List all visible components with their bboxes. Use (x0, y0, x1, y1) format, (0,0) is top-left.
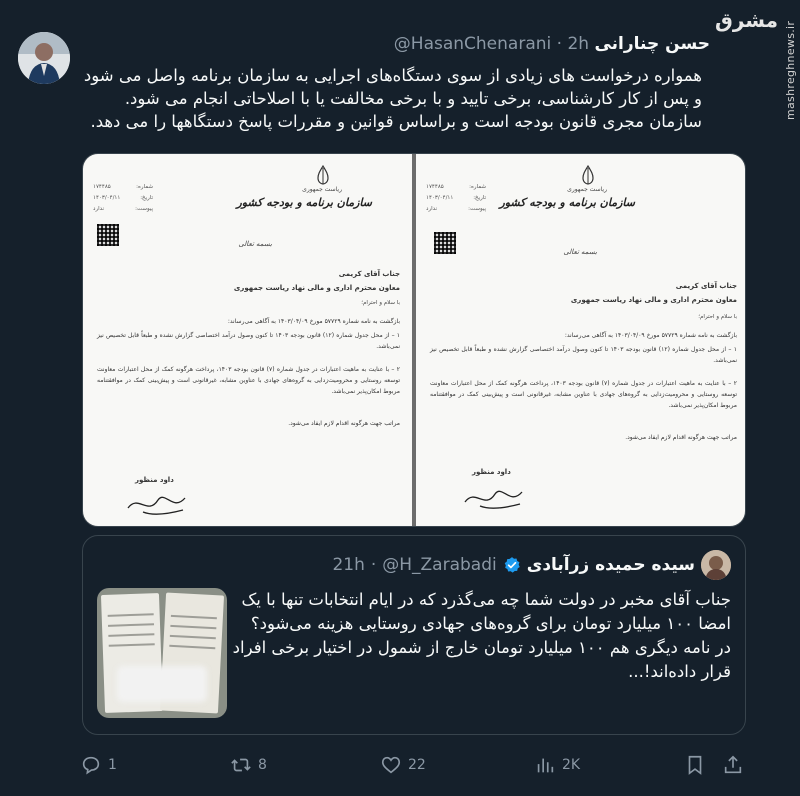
quoted-author-avatar[interactable] (701, 550, 731, 580)
doc-org: سازمان برنامه و بودجه کشور (499, 196, 635, 209)
like-count: 22 (408, 757, 426, 773)
bookmark-icon (688, 755, 702, 775)
doc-para-2: ۱ – از محل جدول شماره (۱۲) قانون بودجه ۱… (97, 332, 400, 350)
doc-basmala: بسمه تعالی (238, 240, 272, 248)
retweet-icon (231, 758, 251, 772)
separator-dot: · (370, 555, 377, 575)
quoted-tweet-header: سیده حمیده زرآبادی @H_Zarabadi · 21h (332, 550, 731, 580)
tweet-time[interactable]: 2h (567, 34, 589, 54)
separator-dot: · (556, 34, 563, 54)
doc-para-1: بازگشت به نامه شماره ۵۷۷۲۹ مورخ ۱۴۰۳/۰۴/… (564, 332, 737, 339)
doc-addressee: جناب آقای کریمی (338, 270, 400, 278)
watermark-site: mashreghnews.ir (784, 20, 797, 120)
retweet-button[interactable]: 8 (230, 754, 267, 776)
doc-meta: شماره: ۱۷۴۴۸۵ تاریخ: ۱۴۰۳/۰۴/۱۱ پیوست: ندار… (93, 184, 153, 212)
doc-para-3: ۲ – با عنایت به ماهیت اعتبارات در جدول ش… (97, 366, 400, 395)
action-bar: 1 8 22 2K (0, 748, 800, 784)
bookmark-button[interactable] (684, 754, 706, 776)
reply-button[interactable]: 1 (80, 754, 117, 776)
doc-para-4: مراتب جهت هرگونه اقدام لازم ایفاد می‌شود… (288, 420, 400, 427)
tweet-media[interactable]: ریاست جمهوری سازمان برنامه و بودجه کشور … (82, 153, 746, 527)
watermark-logo: مشرق (714, 8, 778, 32)
doc-basmala: بسمه تعالی (563, 248, 597, 256)
author-handle[interactable]: @HasanChenarani (394, 34, 551, 54)
author-name[interactable]: حسن چنارانی (594, 34, 710, 54)
views-count: 2K (562, 757, 581, 773)
reply-icon (82, 756, 100, 775)
doc-meta: شماره: ۱۷۴۴۸۵ تاریخ: ۱۴۰۳/۰۴/۱۱ پیوست: ندار… (426, 184, 486, 212)
quoted-tweet-time[interactable]: 21h (332, 555, 364, 575)
views-button[interactable]: 2K (534, 754, 580, 776)
quoted-tweet-text: جناب آقای مخبر در دولت شما چه می‌گذرد که… (232, 590, 731, 681)
doc-signer: داود منظور (472, 468, 511, 476)
doc-para-2: ۱ – از محل جدول شماره (۱۲) قانون بودجه ۱… (430, 346, 737, 364)
doc-header-small: ریاست جمهوری (302, 186, 342, 193)
doc-addressee: جناب آقای کریمی (675, 282, 737, 290)
doc-para-1: بازگشت به نامه شماره ۵۷۷۲۹ مورخ ۱۴۰۳/۰۴/… (227, 318, 400, 325)
doc-salam: با سلام و احترام؛ (361, 300, 400, 306)
doc-header-small: ریاست جمهوری (567, 186, 607, 193)
like-button[interactable]: 22 (380, 754, 426, 776)
quoted-author-handle[interactable]: @H_Zarabadi (382, 555, 496, 575)
tweet-header: حسن چنارانی @HasanChenarani · 2h (394, 34, 710, 54)
verified-badge-icon (504, 557, 520, 573)
reply-count: 1 (108, 757, 117, 773)
emblem-icon (582, 164, 594, 185)
emblem-icon (317, 164, 329, 185)
analytics-icon (537, 758, 554, 773)
document-image-left[interactable]: ریاست جمهوری سازمان برنامه و بودجه کشور … (83, 154, 412, 526)
qr-code-icon (434, 232, 456, 254)
doc-addressee-title: معاون محترم اداری و مالی نهاد ریاست جمهو… (233, 284, 400, 292)
doc-salam: با سلام و احترام؛ (698, 314, 737, 320)
quoted-media-thumbnail[interactable] (97, 588, 227, 718)
author-avatar[interactable] (18, 32, 70, 84)
qr-code-icon (97, 224, 119, 246)
tweet: حسن چنارانی @HasanChenarani · 2h مشرق ma… (0, 0, 800, 796)
doc-para-4: مراتب جهت هرگونه اقدام لازم ایفاد می‌شود… (625, 434, 737, 441)
quoted-tweet[interactable]: سیده حمیده زرآبادی @H_Zarabadi · 21h جنا… (82, 535, 746, 735)
tweet-text: همواره درخواست های زیادی از سوی دستگاه‌ه… (83, 66, 702, 131)
doc-para-3: ۲ – با عنایت به ماهیت اعتبارات در جدول ش… (430, 380, 737, 409)
doc-addressee-title: معاون محترم اداری و مالی نهاد ریاست جمهو… (570, 296, 737, 304)
quoted-author-name[interactable]: سیده حمیده زرآبادی (527, 555, 695, 575)
mashregh-watermark: مشرق mashreghnews.ir (715, 8, 797, 120)
doc-signer: داود منظور (135, 476, 174, 484)
document-image-right[interactable]: ریاست جمهوری سازمان برنامه و بودجه کشور … (416, 154, 745, 526)
share-button[interactable] (722, 754, 744, 776)
thumbnail-blur (117, 666, 207, 702)
signature-icon (464, 490, 523, 509)
retweet-count: 8 (258, 757, 267, 773)
share-icon (724, 755, 742, 774)
signature-icon (127, 496, 186, 515)
heart-icon (381, 756, 401, 774)
doc-org: سازمان برنامه و بودجه کشور (236, 196, 372, 209)
